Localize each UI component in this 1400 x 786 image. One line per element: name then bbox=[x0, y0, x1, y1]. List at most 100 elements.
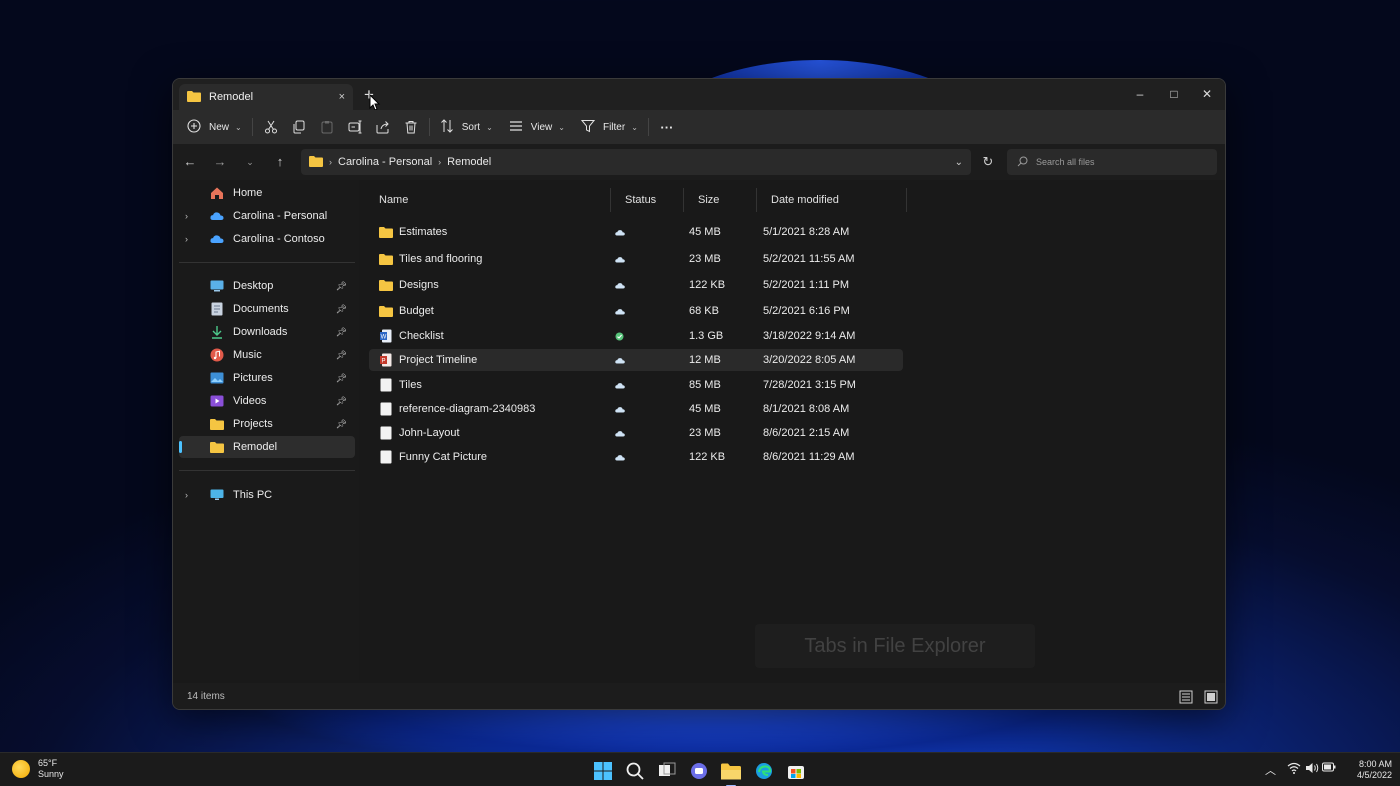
breadcrumb-carolina-personal[interactable]: Carolina - Personal bbox=[338, 156, 432, 168]
sidebar-item-documents[interactable]: Documents 📌︎ bbox=[179, 298, 355, 320]
rename-button[interactable] bbox=[341, 115, 369, 139]
recent-locations-button[interactable]: ⌄ bbox=[241, 153, 259, 171]
pin-icon[interactable]: 📌︎ bbox=[336, 373, 347, 384]
show-hidden-icons-chevron-icon[interactable]: ︿ bbox=[1265, 762, 1276, 778]
file-size: 122 KB bbox=[689, 279, 726, 291]
folder-icon bbox=[379, 278, 393, 292]
edge-button[interactable] bbox=[752, 759, 776, 783]
start-button[interactable] bbox=[591, 759, 615, 783]
sidebar-item-this-pc[interactable]: › This PC bbox=[179, 484, 355, 506]
file-name-cell: reference-diagram-2340983 bbox=[379, 398, 535, 420]
pin-icon[interactable]: 📌︎ bbox=[336, 419, 347, 430]
store-button[interactable] bbox=[784, 759, 808, 783]
file-name-cell: W Checklist bbox=[379, 325, 444, 347]
file-list: Name Status Size Date modified Estimates… bbox=[365, 180, 1225, 680]
filter-button[interactable]: Filter ⌄ bbox=[575, 115, 644, 139]
preview-view-button[interactable] bbox=[1204, 690, 1220, 704]
sidebar-item-remodel[interactable]: Remodel bbox=[179, 436, 355, 458]
expand-chevron-icon[interactable]: › bbox=[185, 211, 199, 221]
onedrive-icon bbox=[209, 231, 225, 247]
expand-chevron-icon[interactable]: › bbox=[185, 490, 199, 500]
file-row[interactable]: Estimates 45 MB 5/1/2021 8:28 AM bbox=[369, 221, 903, 243]
paste-button[interactable] bbox=[313, 115, 341, 139]
delete-icon bbox=[405, 121, 417, 134]
cut-button[interactable] bbox=[257, 115, 285, 139]
delete-button[interactable] bbox=[397, 115, 425, 139]
weather-widget[interactable]: 65°F Sunny bbox=[12, 758, 64, 780]
file-name-cell: Tiles and flooring bbox=[379, 248, 482, 270]
file-row[interactable]: Designs 122 KB 5/2/2021 1:11 PM bbox=[369, 274, 903, 296]
weather-temperature: 65°F bbox=[38, 758, 58, 768]
svg-text:P: P bbox=[381, 359, 385, 365]
pin-icon[interactable]: 📌︎ bbox=[336, 396, 347, 407]
up-button[interactable]: ↑ bbox=[271, 153, 289, 171]
sort-button[interactable]: Sort ⌄ bbox=[434, 115, 499, 139]
clock[interactable]: 8:00 AM 4/5/2022 bbox=[1342, 759, 1392, 781]
file-row[interactable]: reference-diagram-2340983 45 MB 8/1/2021 8… bbox=[369, 398, 903, 420]
tab-close-button[interactable]: × bbox=[339, 91, 345, 103]
view-button[interactable]: View ⌄ bbox=[503, 115, 571, 139]
wifi-icon[interactable] bbox=[1287, 762, 1301, 777]
pin-icon[interactable]: 📌︎ bbox=[336, 304, 347, 315]
battery-icon[interactable] bbox=[1322, 762, 1336, 775]
view-label: View bbox=[530, 121, 553, 133]
copy-button[interactable] bbox=[285, 115, 313, 139]
search-icon bbox=[626, 762, 644, 780]
column-header-name[interactable]: Name bbox=[365, 188, 611, 212]
videos-icon bbox=[209, 393, 225, 409]
pin-icon[interactable]: 📌︎ bbox=[336, 281, 347, 292]
word-document-icon: W bbox=[379, 329, 393, 343]
file-row[interactable]: Funny Cat Picture 122 KB 8/6/2021 11:29 AM bbox=[369, 446, 903, 468]
search-input[interactable]: Search all files bbox=[1007, 149, 1217, 175]
chat-button[interactable] bbox=[687, 759, 711, 783]
pictures-icon bbox=[209, 370, 225, 386]
details-view-button[interactable] bbox=[1179, 690, 1195, 704]
new-button[interactable]: New ⌄ bbox=[181, 115, 248, 139]
file-row[interactable]: John-Layout 23 MB 8/6/2021 2:15 AM bbox=[369, 422, 903, 444]
file-row[interactable]: P Project Timeline 12 MB 3/20/2022 8:05 AM bbox=[369, 349, 903, 371]
file-row[interactable]: Tiles and flooring 23 MB 5/2/2021 11:55 AM bbox=[369, 248, 903, 270]
sidebar-item-music[interactable]: Music 📌︎ bbox=[179, 344, 355, 366]
sidebar-item-projects[interactable]: Projects 📌︎ bbox=[179, 413, 355, 435]
item-count: 14 items bbox=[187, 691, 225, 702]
task-view-button[interactable] bbox=[655, 759, 679, 783]
address-bar[interactable]: › Carolina - Personal › Remodel ⌄ bbox=[301, 149, 971, 175]
search-button[interactable] bbox=[623, 759, 647, 783]
folder-icon bbox=[379, 225, 393, 239]
expand-chevron-icon[interactable]: › bbox=[185, 234, 199, 244]
sidebar-item-home[interactable]: Home bbox=[179, 182, 355, 204]
file-name: Budget bbox=[399, 305, 434, 317]
address-history-chevron-icon[interactable]: ⌄ bbox=[955, 157, 963, 168]
minimize-button[interactable]: – bbox=[1129, 85, 1151, 103]
close-button[interactable]: ✕ bbox=[1196, 85, 1218, 103]
sidebar-item-carolina-personal[interactable]: › Carolina - Personal bbox=[179, 205, 355, 227]
volume-icon[interactable] bbox=[1305, 762, 1319, 777]
file-name-cell: Estimates bbox=[379, 221, 447, 243]
file-date-modified: 5/2/2021 1:11 PM bbox=[763, 279, 850, 291]
share-button[interactable] bbox=[369, 115, 397, 139]
refresh-button[interactable]: ↻ bbox=[979, 153, 997, 171]
back-button[interactable]: ← bbox=[181, 153, 199, 171]
sidebar-item-carolina-contoso[interactable]: › Carolina - Contoso bbox=[179, 228, 355, 250]
file-name: Designs bbox=[399, 279, 439, 291]
pin-icon[interactable]: 📌︎ bbox=[336, 327, 347, 338]
sidebar-item-pictures[interactable]: Pictures 📌︎ bbox=[179, 367, 355, 389]
file-row[interactable]: Tiles 85 MB 7/28/2021 3:15 PM bbox=[369, 374, 903, 396]
forward-button[interactable]: → bbox=[211, 153, 229, 171]
more-options-button[interactable]: ··· bbox=[653, 115, 681, 139]
column-header-status[interactable]: Status bbox=[611, 188, 684, 212]
column-header-size[interactable]: Size bbox=[684, 188, 757, 212]
tab-remodel[interactable]: Remodel × bbox=[179, 84, 353, 110]
cloud-status-icon bbox=[615, 422, 625, 444]
column-header-date-modified[interactable]: Date modified bbox=[757, 188, 907, 212]
sidebar-item-desktop[interactable]: Desktop 📌︎ bbox=[179, 275, 355, 297]
sidebar-item-downloads[interactable]: Downloads 📌︎ bbox=[179, 321, 355, 343]
file-row[interactable]: Budget 68 KB 5/2/2021 6:16 PM bbox=[369, 300, 903, 322]
pin-icon[interactable]: 📌︎ bbox=[336, 350, 347, 361]
file-row[interactable]: W Checklist 1.3 GB 3/18/2022 9:14 AM bbox=[369, 325, 903, 347]
file-date-modified: 8/6/2021 11:29 AM bbox=[763, 451, 855, 463]
maximize-button[interactable]: □ bbox=[1163, 85, 1185, 103]
file-explorer-button[interactable] bbox=[719, 759, 743, 786]
breadcrumb-remodel[interactable]: Remodel bbox=[447, 156, 491, 168]
sidebar-item-videos[interactable]: Videos 📌︎ bbox=[179, 390, 355, 412]
